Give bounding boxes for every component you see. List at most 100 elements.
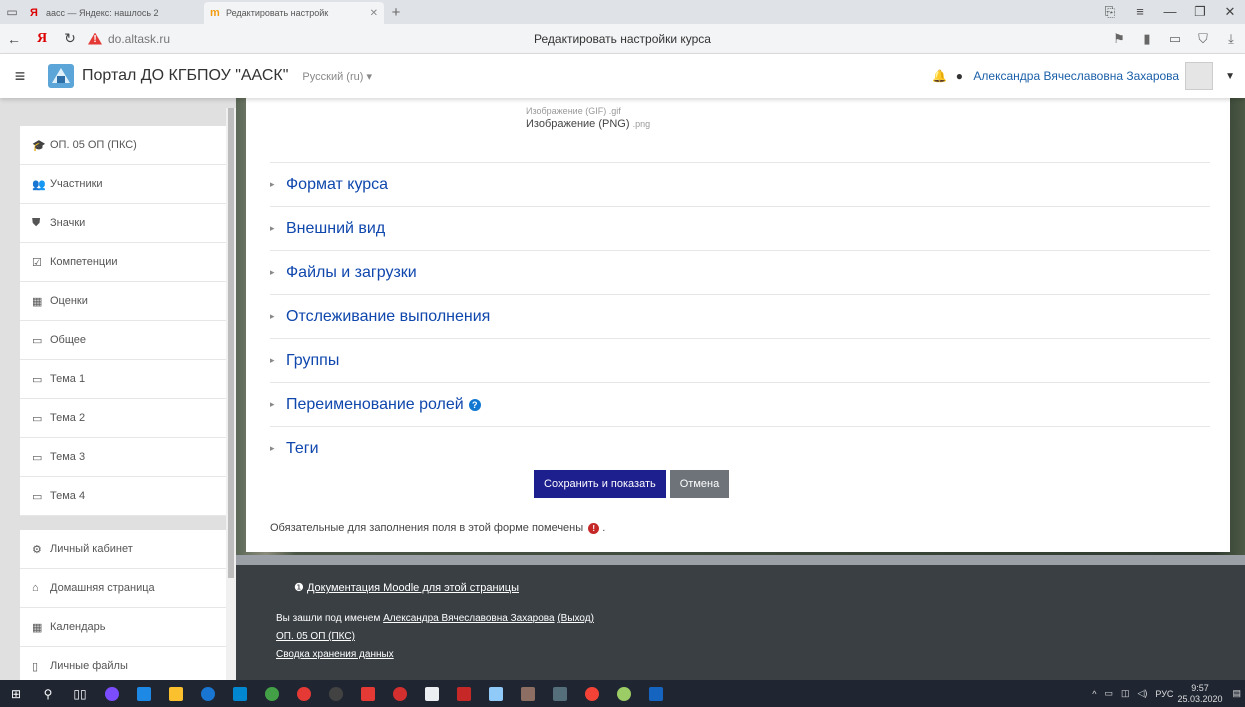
drawer-scrollbar[interactable] xyxy=(226,108,236,680)
drawer-item-general[interactable]: ▭ Общее xyxy=(20,321,226,360)
docs-link[interactable]: Документация Moodle для этой страницы xyxy=(307,582,519,594)
save-and-display-button[interactable]: Сохранить и показать xyxy=(534,470,666,498)
hamburger-menu-icon[interactable]: ≡ xyxy=(0,66,40,87)
mail-icon[interactable] xyxy=(226,684,254,704)
drawer-item-participants[interactable]: 👥 Участники xyxy=(20,165,226,204)
close-tab-icon[interactable]: ✕ xyxy=(370,8,378,19)
opera-icon[interactable] xyxy=(386,684,414,704)
chevron-up-icon[interactable]: ^ xyxy=(1092,689,1096,699)
logout-link[interactable]: (Выход) xyxy=(557,613,594,624)
nav-drawer: 🎓 ОП. 05 ОП (ПКС) 👥 Участники ⛊ Значки ☑ Ком… xyxy=(0,98,236,680)
close-window-icon[interactable]: ✕ xyxy=(1215,4,1245,20)
bell-icon[interactable]: 🔔 xyxy=(929,69,949,83)
explorer-icon[interactable] xyxy=(162,684,190,704)
minimize-icon[interactable]: — xyxy=(1155,4,1185,20)
section-role-renaming[interactable]: ▸ Переименование ролей? xyxy=(270,382,1210,426)
drawer-item-topic-3[interactable]: ▭ Тема 3 xyxy=(20,438,226,477)
drawer-item-topic-1[interactable]: ▭ Тема 1 xyxy=(20,360,226,399)
site-nav-group: ⚙ Личный кабинет ⌂ Домашняя страница ▦ Кале… xyxy=(20,530,226,680)
user-profile-link[interactable]: Александра Вячеславовна Захарова xyxy=(383,613,554,624)
extensions-icon[interactable]: ⚑ xyxy=(1105,31,1133,47)
notes-icon[interactable] xyxy=(418,684,446,704)
drawer-item-course[interactable]: 🎓 ОП. 05 ОП (ПКС) xyxy=(20,126,226,165)
drawer-item-grades[interactable]: ▦ Оценки xyxy=(20,282,226,321)
word-icon[interactable] xyxy=(642,684,670,704)
data-retention-link[interactable]: Сводка хранения данных xyxy=(276,649,394,660)
volume-icon[interactable]: ◁) xyxy=(1137,688,1147,699)
drawer-item-private-files[interactable]: ▯ Личные файлы xyxy=(20,647,226,680)
section-tags[interactable]: ▸ Теги xyxy=(270,426,1210,470)
drawer-item-home[interactable]: ⌂ Домашняя страница xyxy=(20,569,226,608)
tool-icon[interactable] xyxy=(546,684,574,704)
start-icon[interactable]: ⊞ xyxy=(2,684,30,704)
drawer-item-calendar[interactable]: ▦ Календарь xyxy=(20,608,226,647)
app-store-icon[interactable] xyxy=(130,684,158,704)
protect-icon[interactable]: ⛉ xyxy=(1189,31,1217,47)
url-field[interactable]: ! do.altask.ru xyxy=(88,32,170,46)
users-icon: 👥 xyxy=(32,178,46,191)
tabs-panel-icon[interactable]: ▭ xyxy=(0,0,24,24)
scrollbar-thumb[interactable] xyxy=(228,108,234,578)
section-groups[interactable]: ▸ Группы xyxy=(270,338,1210,382)
notifications-icon[interactable]: ▤ xyxy=(1232,688,1241,699)
app-dark-icon[interactable] xyxy=(322,684,350,704)
reload-icon[interactable]: ↻ xyxy=(56,30,84,47)
search-icon[interactable]: ⚲ xyxy=(34,684,62,704)
user-menu[interactable]: Александра Вячеславовна Захарова xyxy=(973,69,1179,83)
site-name[interactable]: Портал ДО КГБПОУ "ААСК" xyxy=(82,67,288,85)
help-icon[interactable]: ? xyxy=(468,398,481,411)
clock[interactable]: 9:57 25.03.2020 xyxy=(1177,683,1222,705)
section-files-uploads[interactable]: ▸ Файлы и загрузки xyxy=(270,250,1210,294)
app-circle-icon[interactable] xyxy=(98,684,126,704)
yandex-icon[interactable]: Я xyxy=(28,31,56,47)
browser-tab-moodle[interactable]: m Редактировать настройк ✕ xyxy=(204,2,384,24)
avatar[interactable] xyxy=(1185,62,1214,90)
drawer-item-label: Значки xyxy=(50,217,86,229)
chat-bubble-icon[interactable]: ● xyxy=(949,69,969,83)
chrome-icon[interactable] xyxy=(258,684,286,704)
restore-icon[interactable]: ❐ xyxy=(1185,4,1215,20)
section-appearance[interactable]: ▸ Внешний вид xyxy=(270,206,1210,250)
yandex-circle-icon[interactable] xyxy=(578,684,606,704)
site-logo-icon[interactable] xyxy=(46,61,76,91)
dashboard-icon: ⚙ xyxy=(32,543,42,556)
yandex-browser-icon[interactable] xyxy=(354,684,382,704)
app-red-icon[interactable] xyxy=(290,684,318,704)
menu-icon[interactable]: ≡ xyxy=(1125,4,1155,20)
address-bar-tools: ⚑ ▮ ▭ ⛉ ⤓ xyxy=(1105,31,1245,47)
expand-icon: ▸ xyxy=(270,355,275,365)
language-menu[interactable]: Русский (ru) ▾ xyxy=(302,70,372,83)
section-label: Отслеживание выполнения xyxy=(286,307,491,325)
section-course-format[interactable]: ▸ Формат курса xyxy=(270,162,1210,206)
battery-icon[interactable]: ▭ xyxy=(1161,31,1189,47)
pin-icon[interactable] xyxy=(482,684,510,704)
drawer-item-competencies[interactable]: ☑ Компетенции xyxy=(20,243,226,282)
footer-shadow xyxy=(236,555,1245,565)
media-icon[interactable] xyxy=(514,684,542,704)
drawer-item-topic-4[interactable]: ▭ Тема 4 xyxy=(20,477,226,516)
download-icon[interactable]: ⤓ xyxy=(1217,31,1245,47)
drawer-item-topic-2[interactable]: ▭ Тема 2 xyxy=(20,399,226,438)
section-completion[interactable]: ▸ Отслеживание выполнения xyxy=(270,294,1210,338)
bookmark-manager-icon[interactable]: ⎘ xyxy=(1095,4,1125,20)
back-icon[interactable]: ← xyxy=(0,31,28,47)
paint-icon[interactable] xyxy=(610,684,638,704)
edge-icon[interactable] xyxy=(194,684,222,704)
books-icon[interactable] xyxy=(450,684,478,704)
cancel-button[interactable]: Отмена xyxy=(669,470,730,498)
bookmark-icon[interactable]: ▮ xyxy=(1133,31,1161,47)
course-link[interactable]: ОП. 05 ОП (ПКС) xyxy=(276,631,355,642)
task-view-icon[interactable]: ▯▯ xyxy=(66,684,94,704)
section-label: Переименование ролей xyxy=(286,395,464,413)
drawer-item-dashboard[interactable]: ⚙ Личный кабинет xyxy=(20,530,226,569)
browser-tab-yandex[interactable]: Я аасс — Яндекс: нашлось 2 xyxy=(24,2,204,24)
new-tab-button[interactable]: + xyxy=(384,4,408,21)
drawer-item-label: Тема 3 xyxy=(50,451,86,463)
folder-icon: ▭ xyxy=(32,373,43,386)
battery-icon[interactable]: ▭ xyxy=(1104,688,1113,699)
tab-label: аасс — Яндекс: нашлось 2 xyxy=(46,8,159,18)
chevron-down-icon[interactable]: ▼ xyxy=(1225,71,1235,82)
drawer-item-badges[interactable]: ⛊ Значки xyxy=(20,204,226,243)
language-indicator[interactable]: РУС xyxy=(1155,689,1173,699)
network-icon[interactable]: ◫ xyxy=(1121,688,1130,699)
